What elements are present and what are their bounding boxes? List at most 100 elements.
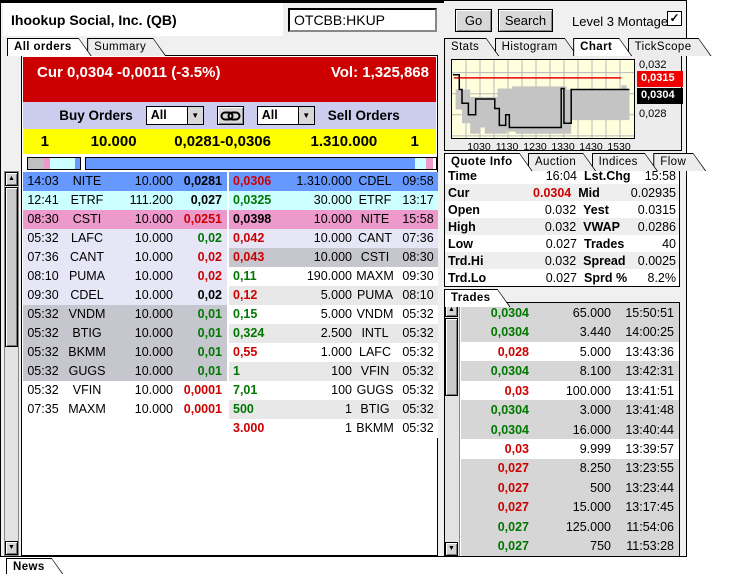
trades-panel: ▲ ▼ 0,0304 65.000 15:50:51 0,0304 3.440 1… [444,302,680,557]
ask-price: 0,55 [233,345,258,359]
ask-mmid: PUMA [356,288,394,302]
bid-side: 05:32 BTIG 10.000 0,01 [23,324,227,343]
link-filters-button[interactable] [216,106,244,125]
bid-price: 0,0251 [183,212,222,226]
bid-size: 10.000 [134,364,173,378]
trade-time: 13:42:31 [625,364,674,379]
tab-tickscope-label: TickScope [629,39,711,56]
chevron-down-icon[interactable]: ▼ [297,107,314,124]
go-button[interactable]: Go [455,9,492,32]
tab-histogram[interactable]: Histogram [495,38,578,56]
scrollbar-thumb[interactable] [445,318,458,396]
current-price-change: Cur 0,0304 -0,0011 (-3.5%) [37,64,221,81]
trade-size: 15.000 [572,500,611,515]
quote-label: Sprd % [584,270,628,285]
ask-size: 2.500 [320,326,352,340]
best-bid-ask-row: 1 10.000 0,0281 -0,0306 1.310.000 1 [23,129,436,154]
ask-size: 1 [345,421,352,435]
tab-quote-info[interactable]: Quote Info [444,153,533,171]
chevron-down-icon[interactable]: ▼ [186,107,203,124]
ask-side: 0,11 190.000 MAXM 09:30 [229,267,438,286]
trade-size: 125.000 [565,519,611,534]
book-row[interactable]: 05:32 VFIN 10.000 0,0001 7,01 100 GUGS 0… [23,381,438,400]
y-axis-label-top: 0,032 [639,59,667,71]
ask-size: 100 [331,364,352,378]
bid-side: 09:30 CDEL 10.000 0,02 [23,286,227,305]
book-row[interactable]: 05:32 BTIG 10.000 0,01 0,324 2.500 INTL … [23,324,438,343]
bid-price: 0,02 [197,269,222,283]
trade-size: 100.000 [565,383,611,398]
ask-mmid: CSTI [360,250,390,264]
book-row[interactable]: 05:32 VNDM 10.000 0,01 0,15 5.000 VNDM 0… [23,305,438,324]
scroll-up-button[interactable]: ▲ [5,172,18,186]
bid-price: 0,01 [197,364,222,378]
book-row[interactable]: 08:30 CSTI 10.000 0,0251 0,0398 10.000 N… [23,210,438,229]
depth-segment [415,158,426,169]
level3-montage-checkbox[interactable]: ✓ [667,11,682,26]
tab-all-orders[interactable]: All orders [7,38,92,56]
book-row[interactable]: 3.000 1 BKMM 05:32 [23,419,438,438]
tab-flow[interactable]: Flow [653,153,706,171]
ask-mmid: ETRF [358,193,392,207]
last-price-box: 0,0304 [637,88,683,104]
search-button[interactable]: Search [498,9,553,32]
tab-chart[interactable]: Chart [573,38,632,56]
ask-size: 30.000 [313,193,352,207]
sell-orders-filter-select[interactable]: All ▼ [256,106,315,125]
book-row[interactable]: 08:10 PUMA 10.000 0,02 0,11 190.000 MAXM… [23,267,438,286]
order-filter-bar: Buy Orders All ▼ All ▼ Sell Orders [23,102,436,129]
book-scrollbar[interactable]: ▲ ▼ [4,171,19,556]
tab-trades[interactable]: Trades [444,289,510,307]
trades-scrollbar[interactable]: ▲ ▼ [445,303,460,556]
trade-time: 15:50:51 [625,305,674,320]
tab-indices-label: Indices [593,154,657,171]
book-row[interactable]: 05:32 GUGS 10.000 0,01 1 100 VFIN 05:32 [23,362,438,381]
tab-news[interactable]: News [6,558,65,574]
tab-stats[interactable]: Stats [444,38,499,56]
tab-flow-label: Flow [654,154,705,171]
ask-time: 05:32 [402,307,434,321]
trade-time: 11:54:06 [626,519,674,534]
tab-summary[interactable]: Summary [87,38,166,56]
bid-depth-bar [27,157,81,170]
book-row[interactable]: 14:03 NITE 10.000 0,0281 0,0306 1.310.00… [23,172,438,191]
symbol-input[interactable] [288,8,437,32]
bid-mmid: CDEL [70,288,104,302]
bid-side: 08:10 PUMA 10.000 0,02 [23,267,227,286]
tab-quote-info-label: Quote Info [445,154,532,171]
trade-price: 0,027 [497,539,529,554]
bid-time: 14:03 [27,174,59,188]
tab-tickscope[interactable]: TickScope [628,38,712,56]
quote-label: VWAP [583,219,620,234]
book-row[interactable]: 05:32 BKMM 10.000 0,01 0,55 1.000 LAFC 0… [23,343,438,362]
scroll-down-button[interactable]: ▼ [5,541,18,555]
book-rows: 14:03 NITE 10.000 0,0281 0,0306 1.310.00… [23,172,438,438]
scrollbar-thumb[interactable] [5,187,18,347]
book-row[interactable]: 09:30 CDEL 10.000 0,02 0,12 5.000 PUMA 0… [23,286,438,305]
trade-time: 13:23:44 [625,480,674,495]
best-ask-size: 1.310.000 [310,133,378,150]
quote-value: 0.027 [545,236,577,251]
scroll-down-button[interactable]: ▼ [445,542,458,556]
ask-time: 05:32 [402,402,434,416]
tab-histogram-label: Histogram [496,39,577,56]
book-row[interactable]: 07:36 CANT 10.000 0,02 0,043 10.000 CSTI… [23,248,438,267]
bid-size: 10.000 [134,383,173,397]
book-row[interactable]: 07:35 MAXM 10.000 0,0001 500 1 BTIG 05:3… [23,400,438,419]
bid-price: 0,02 [197,250,222,264]
trade-row: 0,027 125.000 11:54:06 [461,517,679,537]
tab-trades-label: Trades [445,290,509,307]
bid-time: 08:10 [27,269,59,283]
tab-auction[interactable]: Auction [528,153,596,171]
volume: Vol: 1,325,868 [330,64,429,81]
sell-orders-label: Sell Orders [327,108,400,123]
ask-side: 1 100 VFIN 05:32 [229,362,438,381]
intraday-chart [451,59,635,139]
trades-tabbar: Trades [444,289,501,306]
buy-orders-filter-select[interactable]: All ▼ [145,106,204,125]
book-row[interactable]: 12:41 ETRF 111.200 0,027 0,0325 30.000 E… [23,191,438,210]
book-row[interactable]: 05:32 LAFC 10.000 0,02 0,042 10.000 CANT… [23,229,438,248]
ask-mmid: VFIN [360,364,390,378]
trade-price: 0,0304 [490,422,529,437]
tab-indices[interactable]: Indices [592,153,658,171]
